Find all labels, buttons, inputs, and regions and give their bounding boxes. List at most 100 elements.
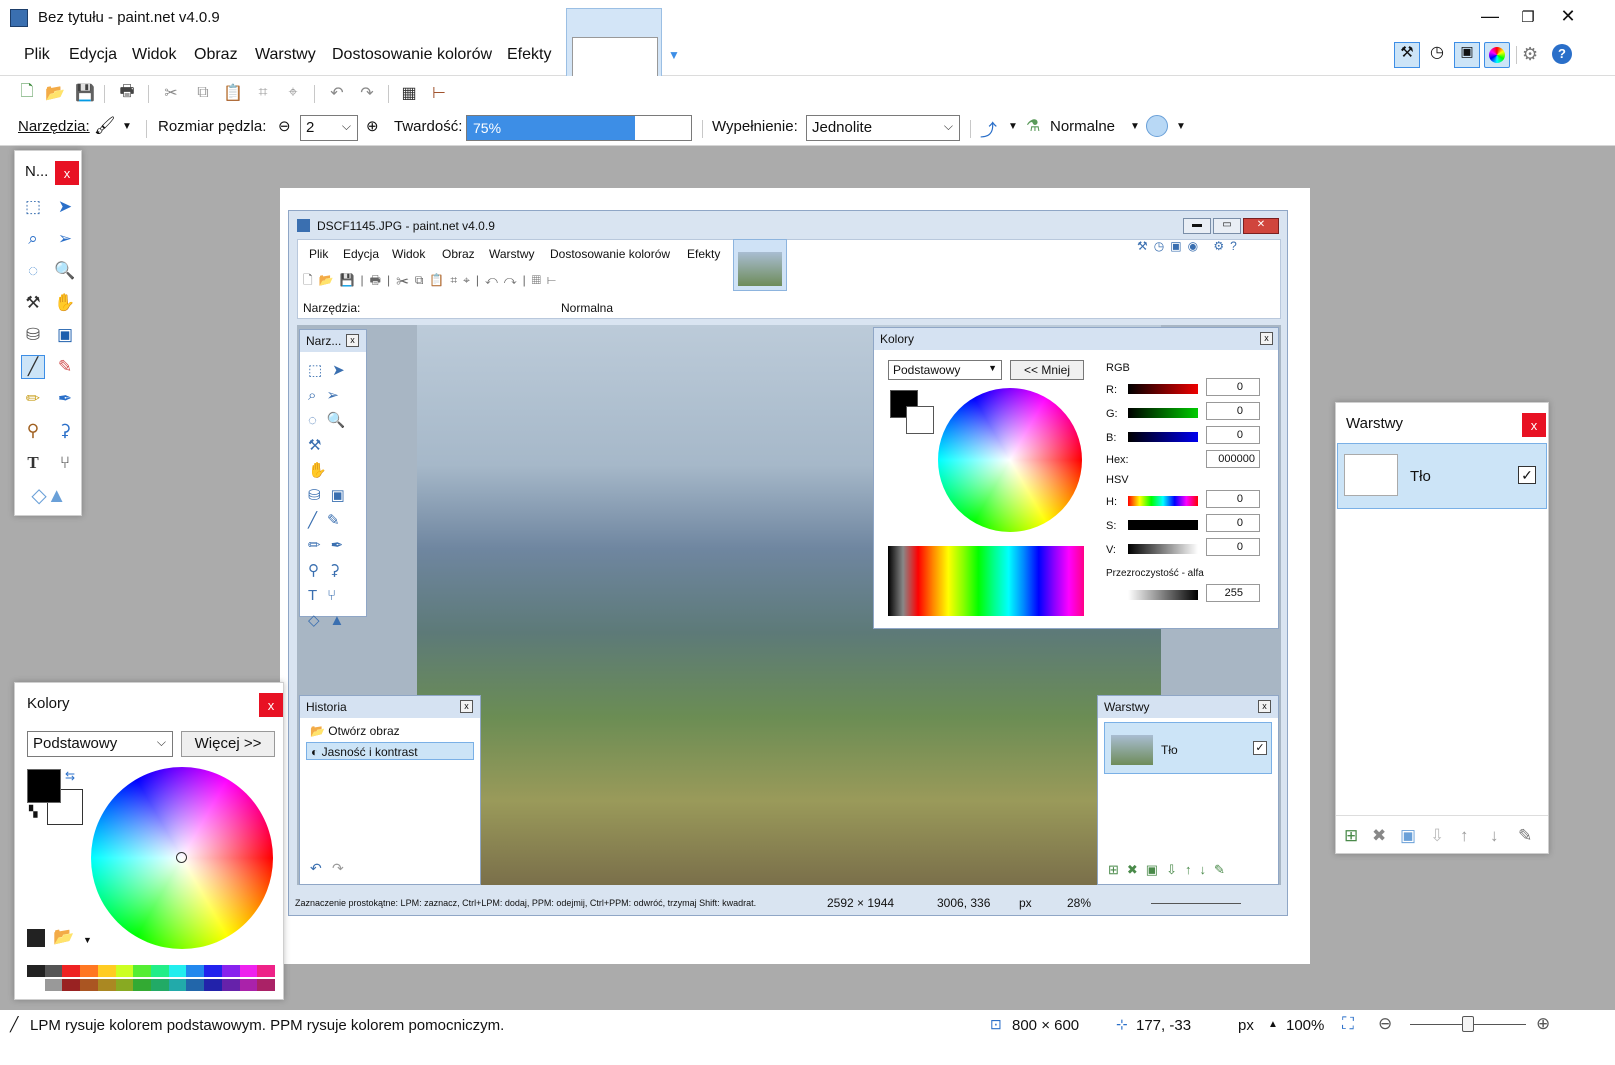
inner-v-slider[interactable] — [1128, 544, 1198, 554]
inner-unit[interactable]: px — [1019, 896, 1032, 910]
antialiasing-dropdown-icon[interactable]: ▼ — [1008, 121, 1018, 132]
save-icon[interactable]: 💾 — [74, 82, 96, 104]
antialiasing-icon[interactable]: ⤴ — [980, 116, 997, 141]
inner-menu-dostosowanie[interactable]: Dostosowanie kolorów — [550, 247, 670, 261]
inner-zoom-slider[interactable] — [1151, 903, 1241, 904]
inner-colors-close-icon[interactable]: x — [1260, 332, 1273, 345]
inner-maximize-icon[interactable]: ▭ — [1213, 218, 1241, 234]
inner-menu-widok[interactable]: Widok — [392, 247, 425, 261]
blend-dropdown-icon[interactable]: ▼ — [1130, 121, 1140, 132]
inner-b-field[interactable]: 0 — [1206, 426, 1260, 444]
brush-size-combo[interactable]: 2 ⌵ — [300, 115, 358, 141]
zoom-slider[interactable] — [1410, 1016, 1526, 1032]
selection-quality-icon[interactable] — [1146, 115, 1168, 137]
inner-menu-edycja[interactable]: Edycja — [343, 247, 379, 261]
new-file-icon[interactable]: 🗋 — [16, 82, 38, 104]
inner-s-field[interactable]: 0 — [1206, 514, 1260, 532]
inner-layers-close-icon[interactable]: x — [1258, 700, 1271, 713]
hardness-slider[interactable]: 75% — [466, 115, 692, 141]
inner-r-slider[interactable] — [1128, 384, 1198, 394]
color-wheel-marker[interactable] — [176, 852, 187, 863]
brush-size-decrease-icon[interactable]: ⊖ — [278, 117, 291, 135]
move-selected-icon[interactable]: ➢ — [53, 227, 77, 251]
cut-icon[interactable]: ✂ — [160, 82, 182, 104]
ruler-icon[interactable]: ⊢ — [428, 82, 450, 104]
palette-dropdown-icon[interactable]: ▼ — [83, 935, 92, 945]
menu-dostosowanie[interactable]: Dostosowanie kolorów — [332, 46, 492, 64]
paste-icon[interactable]: 📋 — [222, 82, 244, 104]
colors-panel-close-button[interactable]: x — [259, 693, 283, 717]
tab-dropdown-icon[interactable]: ▼ — [668, 48, 680, 62]
eraser-icon[interactable]: ✎ — [53, 355, 77, 379]
inner-b-slider[interactable] — [1128, 432, 1198, 442]
inner-palette[interactable] — [888, 546, 1084, 616]
layer-properties-icon[interactable]: ✎ — [1518, 826, 1532, 846]
duplicate-layer-icon[interactable]: ▣ — [1400, 826, 1416, 846]
inner-menu-obraz[interactable]: Obraz — [442, 247, 475, 261]
menu-warstwy[interactable]: Warstwy — [255, 46, 316, 64]
inner-hex-field[interactable]: 000000 — [1206, 450, 1260, 468]
tools-window-icon[interactable]: ⚒ — [1394, 42, 1420, 68]
inner-image-tab[interactable] — [733, 239, 787, 291]
restore-icon[interactable]: ❐ — [1518, 8, 1538, 26]
history-item[interactable]: 📂 Otwórz obraz — [306, 722, 474, 740]
close-icon[interactable]: ✕ — [1558, 6, 1578, 27]
merge-layer-icon[interactable]: ⇩ — [1430, 826, 1444, 846]
ellipse-select-icon[interactable]: ◌ — [21, 259, 45, 283]
zoom-icon[interactable]: 🔍 — [53, 259, 77, 283]
zoom-fit-icon[interactable]: ⛶ — [1342, 1014, 1354, 1034]
clone-stamp-icon[interactable]: ⚲ — [21, 419, 45, 443]
crop-icon[interactable]: ⌗ — [252, 82, 274, 104]
paint-bucket-icon[interactable]: ⛁ — [21, 323, 45, 347]
deselect-icon[interactable]: ⌖ — [282, 82, 304, 104]
inner-h-slider[interactable] — [1128, 496, 1198, 506]
add-layer-icon[interactable]: ⊞ — [1344, 826, 1358, 846]
settings-gear-icon[interactable]: ⚙ — [1522, 44, 1538, 65]
grid-icon[interactable]: ▦ — [398, 82, 420, 104]
inner-alpha-slider[interactable] — [1128, 590, 1198, 600]
paintbrush-icon[interactable]: 🖌 — [94, 116, 116, 136]
zoom-value[interactable]: 100% — [1286, 1017, 1324, 1034]
magic-wand-icon[interactable]: ⚒ — [21, 291, 45, 315]
add-palette-color-icon[interactable] — [27, 929, 45, 947]
primary-color-swatch[interactable] — [27, 769, 61, 803]
inner-g-slider[interactable] — [1128, 408, 1198, 418]
inner-color-wheel[interactable] — [938, 388, 1082, 532]
inner-minimize-icon[interactable]: ▬ — [1183, 218, 1211, 234]
brush-size-increase-icon[interactable]: ⊕ — [366, 117, 379, 135]
recolor-icon[interactable]: ⚳ — [53, 419, 77, 443]
shapes-icon[interactable]: ◇▲ — [29, 483, 69, 507]
inner-layer-actions[interactable]: ⊞✖▣⇩↑↓✎ — [1108, 862, 1233, 878]
move-selection-icon[interactable]: ➤ — [53, 195, 77, 219]
color-picker-icon[interactable]: ✒ — [53, 387, 77, 411]
minimize-icon[interactable]: — — [1480, 6, 1500, 27]
fill-combo[interactable]: Jednolite ⌵ — [806, 115, 960, 141]
pencil-icon[interactable]: ✏ — [21, 387, 45, 411]
move-layer-up-icon[interactable]: ↑ — [1460, 826, 1469, 846]
help-icon[interactable]: ? — [1552, 44, 1572, 64]
inner-mode-combo[interactable]: Podstawowy ▼ — [888, 360, 1002, 380]
inner-menu-plik[interactable]: Plik — [309, 247, 328, 261]
zoom-out-icon[interactable]: ⊖ — [1378, 1014, 1392, 1034]
reset-colors-icon[interactable]: ▚ — [29, 805, 37, 818]
inner-window-icons[interactable]: ⚒◷▣◉ ⚙? — [1137, 239, 1271, 261]
inner-tool-icons[interactable]: ⬚➤ ⌕➢ ◌🔍 ⚒✋ ⛁▣ ╱✎ ✏✒ ⚲⚳ T⑂ ◇▲ — [308, 358, 360, 633]
palette-menu-icon[interactable]: 📂 — [53, 927, 74, 947]
inner-tools-close-icon[interactable]: x — [346, 334, 359, 347]
undo-icon[interactable]: ↶ — [326, 82, 348, 104]
inner-menu-efekty[interactable]: Efekty — [687, 247, 720, 261]
inner-close-icon[interactable]: ✕ — [1243, 218, 1279, 234]
pan-hand-icon[interactable]: ✋ — [53, 291, 77, 315]
layers-panel-close-button[interactable]: x — [1522, 413, 1546, 437]
tool-dropdown-icon[interactable]: ▼ — [122, 121, 132, 132]
rectangle-select-icon[interactable]: ⬚ — [21, 195, 45, 219]
zoom-in-icon[interactable]: ⊕ — [1536, 1014, 1550, 1034]
inner-h-field[interactable]: 0 — [1206, 490, 1260, 508]
inner-toolbar-icons[interactable]: 🗋📂💾|🖶|✂⧉📋⌗⌖|↶↷|▦⊢ — [303, 271, 562, 292]
line-curve-icon[interactable]: ⑂ — [53, 451, 77, 475]
inner-layer-row[interactable]: Tło ✓ — [1104, 722, 1272, 774]
history-window-icon[interactable]: ◷ — [1426, 42, 1448, 68]
redo-icon[interactable]: ↷ — [356, 82, 378, 104]
gradient-icon[interactable]: ▣ — [53, 323, 77, 347]
color-wheel[interactable] — [91, 767, 273, 949]
